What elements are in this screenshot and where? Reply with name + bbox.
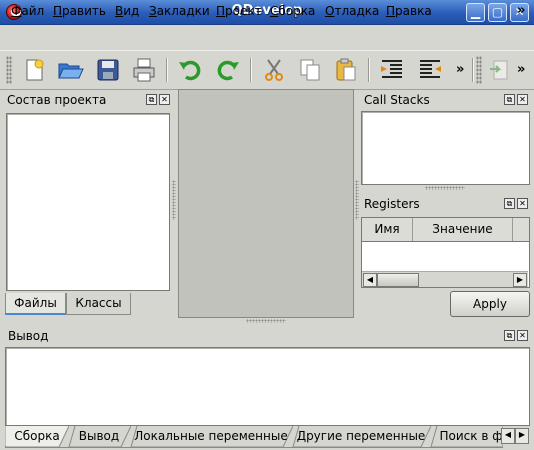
toolbar-grip[interactable] — [6, 56, 12, 84]
menu-view[interactable]: Вид — [115, 4, 139, 18]
new-file-button[interactable] — [20, 56, 48, 84]
column-header-value[interactable]: Значение — [413, 218, 513, 241]
scroll-right-icon[interactable]: ▶ — [513, 273, 527, 287]
float-icon[interactable]: ⧉ — [504, 94, 515, 105]
save-icon — [97, 59, 119, 81]
tab-build[interactable]: Сборка — [5, 426, 69, 448]
menu-project[interactable]: Проект — [216, 4, 262, 18]
save-button[interactable] — [94, 56, 122, 84]
cut-icon — [265, 59, 283, 81]
maximize-button[interactable]: ▢ — [488, 3, 507, 22]
toolbar-separator — [166, 58, 168, 82]
float-icon[interactable]: ⧉ — [146, 94, 157, 105]
toolbar-grip[interactable] — [476, 56, 482, 84]
indent-icon — [381, 60, 402, 78]
tab-classes[interactable]: Классы — [66, 293, 131, 315]
paste-button[interactable] — [332, 56, 360, 84]
tab-scroll-left-icon[interactable]: ◀ — [501, 428, 515, 444]
menu-debug[interactable]: Отладка — [325, 4, 379, 18]
float-icon[interactable]: ⧉ — [504, 330, 515, 341]
registers-horizontal-scrollbar[interactable]: ◀ ▶ — [362, 271, 528, 287]
copy-icon — [300, 59, 320, 81]
go-to-button[interactable] — [486, 56, 514, 84]
menu-fix[interactable]: Правка — [386, 4, 432, 18]
toolbar-overflow-button[interactable]: » — [456, 62, 464, 77]
paste-icon — [336, 58, 356, 81]
output-title-bar[interactable]: Вывод ⧉ ✕ — [5, 326, 530, 346]
unindent-button[interactable] — [416, 56, 444, 84]
close-icon[interactable]: ✕ — [517, 198, 528, 209]
project-tree[interactable] — [6, 113, 170, 291]
minimize-button[interactable]: ▁ — [466, 3, 485, 22]
tab-local-variables[interactable]: Локальные переменные — [129, 426, 293, 448]
registers-title: Registers — [364, 197, 420, 211]
call-stacks-list[interactable] — [361, 111, 530, 185]
toolbar-separator — [250, 58, 252, 82]
tab-other-variables[interactable]: Другие переменные — [291, 426, 431, 448]
redo-button[interactable] — [214, 56, 242, 84]
menu-edit[interactable]: Править — [53, 4, 106, 18]
output-title: Вывод — [8, 329, 49, 343]
tab-scroll-right-icon[interactable]: ▶ — [515, 428, 529, 444]
maximize-icon: ▢ — [491, 5, 504, 19]
tab-files[interactable]: Файлы — [5, 293, 66, 315]
tab-find-in-files-label: Поиск в ф — [439, 429, 503, 443]
go-to-icon — [490, 60, 508, 80]
toolbar-separator — [368, 58, 370, 82]
toolbar-overflow-button-2[interactable]: » — [517, 62, 525, 77]
call-stacks-title-bar[interactable]: Call Stacks ⧉ ✕ — [361, 90, 530, 110]
menu-build[interactable]: Сборка — [270, 4, 315, 18]
apply-button[interactable]: Apply — [450, 291, 530, 317]
tab-output[interactable]: Вывод — [67, 426, 131, 448]
registers-table-header: Имя Значение — [361, 217, 530, 242]
open-button[interactable] — [56, 56, 84, 84]
print-button[interactable] — [130, 56, 158, 84]
tab-output-label: Вывод — [78, 429, 120, 443]
project-panel-title-bar[interactable]: Состав проекта ⧉ ✕ — [4, 90, 172, 110]
tab-local-variables-label: Локальные переменные — [134, 429, 288, 443]
indent-button[interactable] — [378, 56, 406, 84]
tab-build-label: Сборка — [14, 429, 60, 443]
splitter-handle[interactable] — [246, 319, 286, 323]
redo-icon — [217, 60, 239, 81]
splitter-handle[interactable] — [172, 180, 176, 220]
tab-other-variables-label: Другие переменные — [296, 429, 426, 443]
splitter-handle[interactable] — [355, 180, 359, 220]
splitter-handle[interactable] — [425, 186, 465, 190]
close-icon[interactable]: ✕ — [517, 94, 528, 105]
call-stacks-title: Call Stacks — [364, 93, 430, 107]
menu-bookmarks[interactable]: Закладки — [149, 4, 210, 18]
editor-area[interactable] — [178, 89, 354, 318]
project-panel-title: Состав проекта — [7, 93, 107, 107]
print-icon — [133, 58, 155, 82]
column-header-name[interactable]: Имя — [362, 218, 413, 241]
output-text-area[interactable] — [5, 347, 530, 426]
undo-icon — [179, 60, 201, 81]
menu-bar — [0, 26, 534, 48]
unindent-icon — [420, 60, 441, 78]
tab-find-in-files[interactable]: Поиск в ф — [429, 426, 503, 448]
scrollbar-thumb[interactable] — [377, 273, 419, 287]
minimize-icon: ▁ — [470, 5, 481, 19]
copy-button[interactable] — [296, 56, 324, 84]
menu-overflow-button[interactable]: » — [517, 3, 525, 18]
undo-button[interactable] — [176, 56, 204, 84]
open-folder-icon — [58, 63, 84, 79]
registers-title-bar[interactable]: Registers ⧉ ✕ — [361, 194, 530, 214]
toolbar-separator — [472, 58, 474, 82]
menu-file[interactable]: Файл — [11, 4, 44, 18]
new-file-icon — [26, 59, 44, 81]
close-icon[interactable]: ✕ — [159, 94, 170, 105]
cut-button[interactable] — [260, 56, 288, 84]
float-icon[interactable]: ⧉ — [504, 198, 515, 209]
scroll-left-icon[interactable]: ◀ — [363, 273, 377, 287]
close-icon[interactable]: ✕ — [517, 330, 528, 341]
